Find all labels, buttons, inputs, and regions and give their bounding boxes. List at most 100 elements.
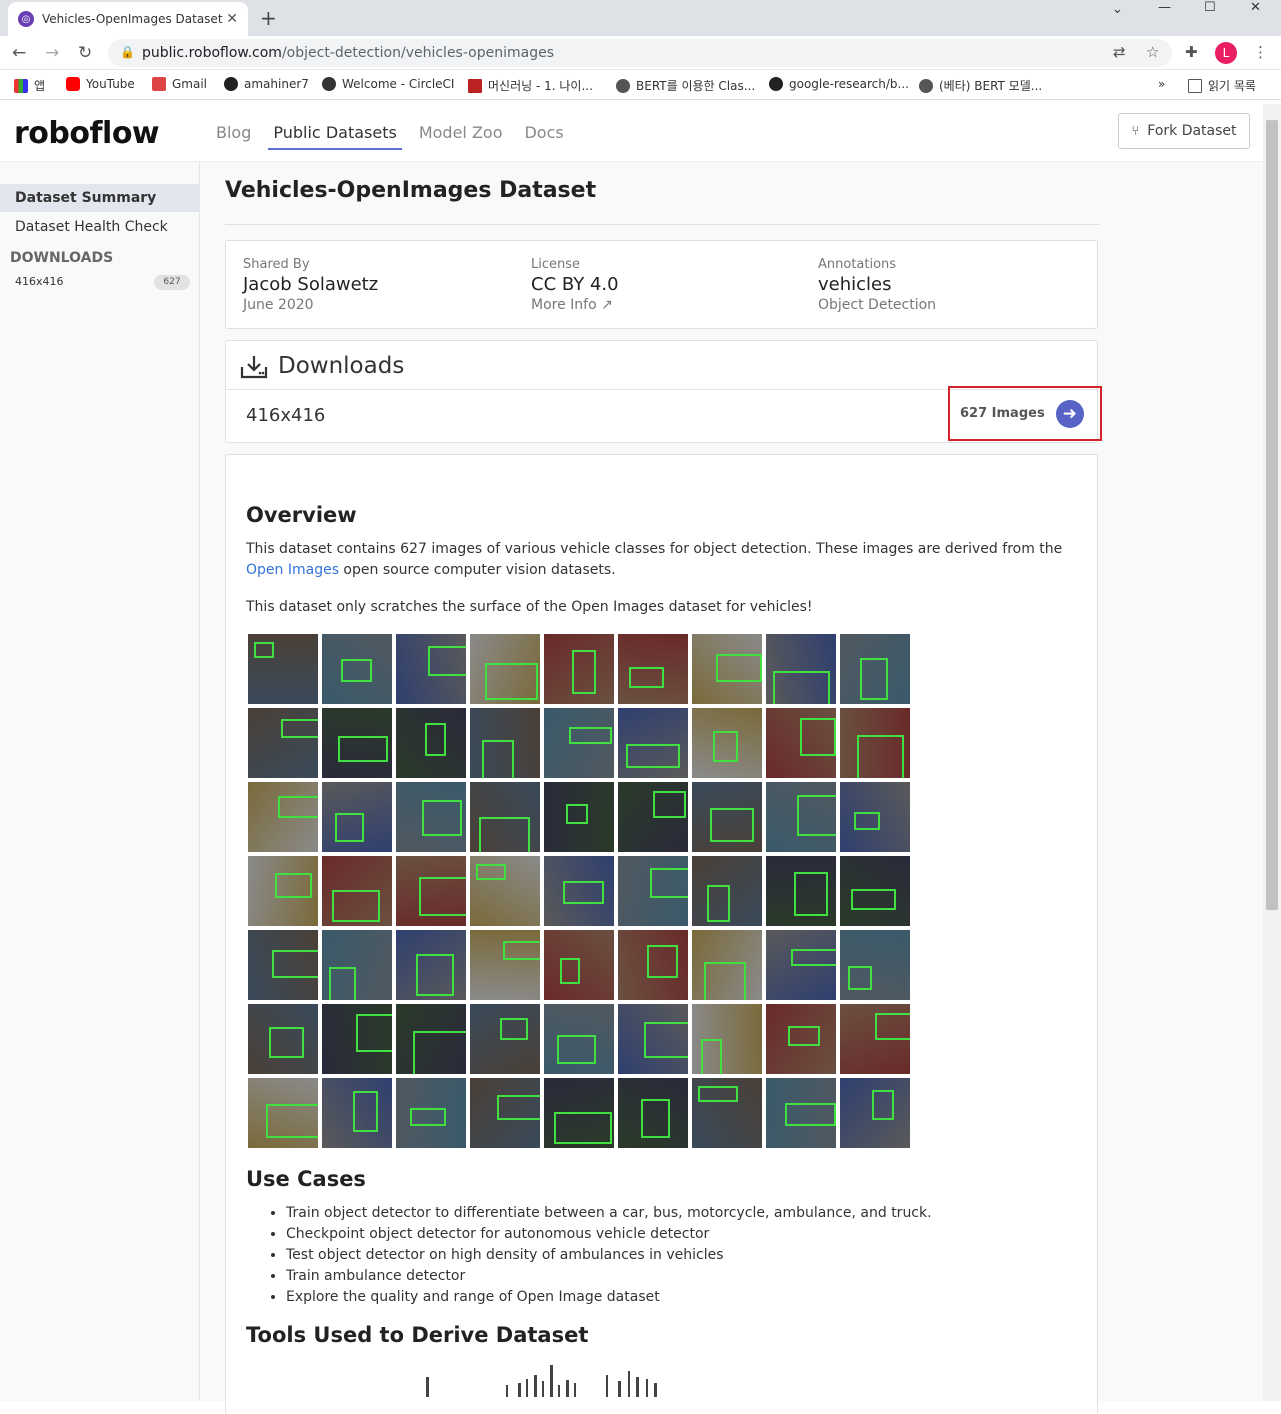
sample-thumbnail[interactable] [618,856,688,926]
sample-thumbnail[interactable] [840,1004,910,1074]
sample-thumbnail[interactable] [248,930,318,1000]
sample-thumbnail[interactable] [322,856,392,926]
sample-thumbnail[interactable] [470,634,540,704]
sidebar-item-health-check[interactable]: Dataset Health Check [0,213,199,241]
sample-thumbnail[interactable] [396,782,466,852]
nav-model-zoo[interactable]: Model Zoo [419,123,508,150]
sample-thumbnail[interactable] [322,708,392,778]
sample-thumbnail[interactable] [248,634,318,704]
sample-thumbnail[interactable] [470,708,540,778]
sample-thumbnail[interactable] [470,1004,540,1074]
sample-thumbnail[interactable] [248,856,318,926]
sample-thumbnail[interactable] [322,634,392,704]
sample-thumbnail[interactable] [396,1004,466,1074]
sample-thumbnail[interactable] [840,634,910,704]
page-scrollbar[interactable] [1263,104,1281,1401]
nav-blog[interactable]: Blog [216,123,256,150]
bookmark-circleci[interactable]: Welcome - CircleCI [322,77,454,91]
sample-thumbnail[interactable] [840,782,910,852]
sample-thumbnail[interactable] [618,634,688,704]
bookmark-bert-beta[interactable]: (베타) BERT 모델... [919,77,1042,94]
sample-thumbnail[interactable] [618,930,688,1000]
sample-thumbnail[interactable] [766,782,836,852]
sample-thumbnail[interactable] [470,782,540,852]
sample-thumbnail[interactable] [470,1078,540,1148]
bookmark-star-icon[interactable]: ☆ [1146,43,1159,61]
sample-thumbnail[interactable] [544,782,614,852]
sample-thumbnail[interactable] [766,634,836,704]
sample-thumbnail[interactable] [544,1004,614,1074]
extensions-icon[interactable]: ✚ [1185,43,1198,61]
new-tab-icon[interactable]: + [260,6,277,30]
sample-thumbnail[interactable] [396,708,466,778]
forward-icon[interactable]: → [45,43,59,63]
sample-thumbnail[interactable] [322,1004,392,1074]
open-images-link[interactable]: Open Images [246,562,339,578]
sample-thumbnail[interactable] [692,930,762,1000]
sample-thumbnail[interactable] [396,634,466,704]
sample-thumbnail[interactable] [840,1078,910,1148]
sample-thumbnail[interactable] [396,1078,466,1148]
nav-docs[interactable]: Docs [524,123,568,150]
bookmark-google-research[interactable]: google-research/b... [769,77,909,91]
bookmark-gmail[interactable]: Gmail [152,77,207,91]
download-resolution[interactable]: 416x416 [246,405,325,426]
sidebar-download-416[interactable]: 416x416 [15,275,64,288]
sample-thumbnail[interactable] [322,1078,392,1148]
sample-thumbnail[interactable] [840,930,910,1000]
sample-thumbnail[interactable] [618,1078,688,1148]
sample-thumbnail[interactable] [766,1078,836,1148]
reading-list[interactable]: 읽기 목록 [1188,77,1256,94]
sample-thumbnail[interactable] [248,1004,318,1074]
close-tab-icon[interactable]: ✕ [226,11,238,27]
sample-thumbnail[interactable] [544,930,614,1000]
bookmark-bert-clas[interactable]: BERT를 이용한 Clas... [616,77,755,94]
address-bar[interactable]: 🔒 public.roboflow.com/object-detection/v… [108,39,1172,67]
sample-thumbnail[interactable] [248,1078,318,1148]
tab-search-icon[interactable]: ⌄ [1112,2,1123,22]
window-close-icon[interactable]: ✕ [1250,0,1261,20]
bookmark-ml[interactable]: 머신러닝 - 1. 나이... [468,77,593,94]
sample-thumbnail[interactable] [322,930,392,1000]
sample-thumbnail[interactable] [470,856,540,926]
sample-thumbnail[interactable] [692,856,762,926]
more-bookmarks[interactable]: » [1158,77,1165,91]
sample-thumbnail[interactable] [692,1078,762,1148]
sample-thumbnail[interactable] [692,634,762,704]
sample-thumbnail[interactable] [692,708,762,778]
sample-thumbnail[interactable] [766,708,836,778]
sample-thumbnail[interactable] [840,856,910,926]
bookmark-youtube[interactable]: YouTube [66,77,135,91]
sample-thumbnail[interactable] [840,708,910,778]
sample-thumbnail[interactable] [766,1004,836,1074]
roboflow-logo[interactable]: roboflow [14,116,160,151]
sample-thumbnail[interactable] [470,930,540,1000]
sample-thumbnail[interactable] [692,1004,762,1074]
maximize-icon[interactable]: ☐ [1204,0,1216,20]
sample-thumbnail[interactable] [766,856,836,926]
sample-thumbnail[interactable] [396,930,466,1000]
reload-icon[interactable]: ↻ [78,43,92,63]
sample-thumbnail[interactable] [396,856,466,926]
menu-dots-icon[interactable]: ⋮ [1253,43,1268,61]
sample-thumbnail[interactable] [692,782,762,852]
sample-thumbnail[interactable] [248,708,318,778]
profile-avatar[interactable]: L [1215,42,1237,64]
translate-icon[interactable]: ⇄ [1113,43,1126,61]
sample-thumbnail[interactable] [618,708,688,778]
sample-thumbnail[interactable] [544,708,614,778]
sample-thumbnail[interactable] [618,1004,688,1074]
sample-thumbnail[interactable] [544,634,614,704]
sample-thumbnail[interactable] [544,856,614,926]
sample-thumbnail[interactable] [322,782,392,852]
sidebar-item-dataset-summary[interactable]: Dataset Summary [0,184,199,212]
sample-thumbnail[interactable] [618,782,688,852]
minimize-icon[interactable]: — [1158,0,1171,20]
back-icon[interactable]: ← [12,43,26,63]
nav-public-datasets[interactable]: Public Datasets [268,123,402,150]
fork-dataset-button[interactable]: ⑂ Fork Dataset [1118,113,1250,149]
bookmark-apps[interactable]: 앱 [14,77,45,94]
bookmark-github-amahiner7[interactable]: amahiner7 [224,77,309,91]
browser-tab[interactable]: ◎ Vehicles-OpenImages Dataset ✕ [8,2,248,36]
sample-thumbnail[interactable] [766,930,836,1000]
